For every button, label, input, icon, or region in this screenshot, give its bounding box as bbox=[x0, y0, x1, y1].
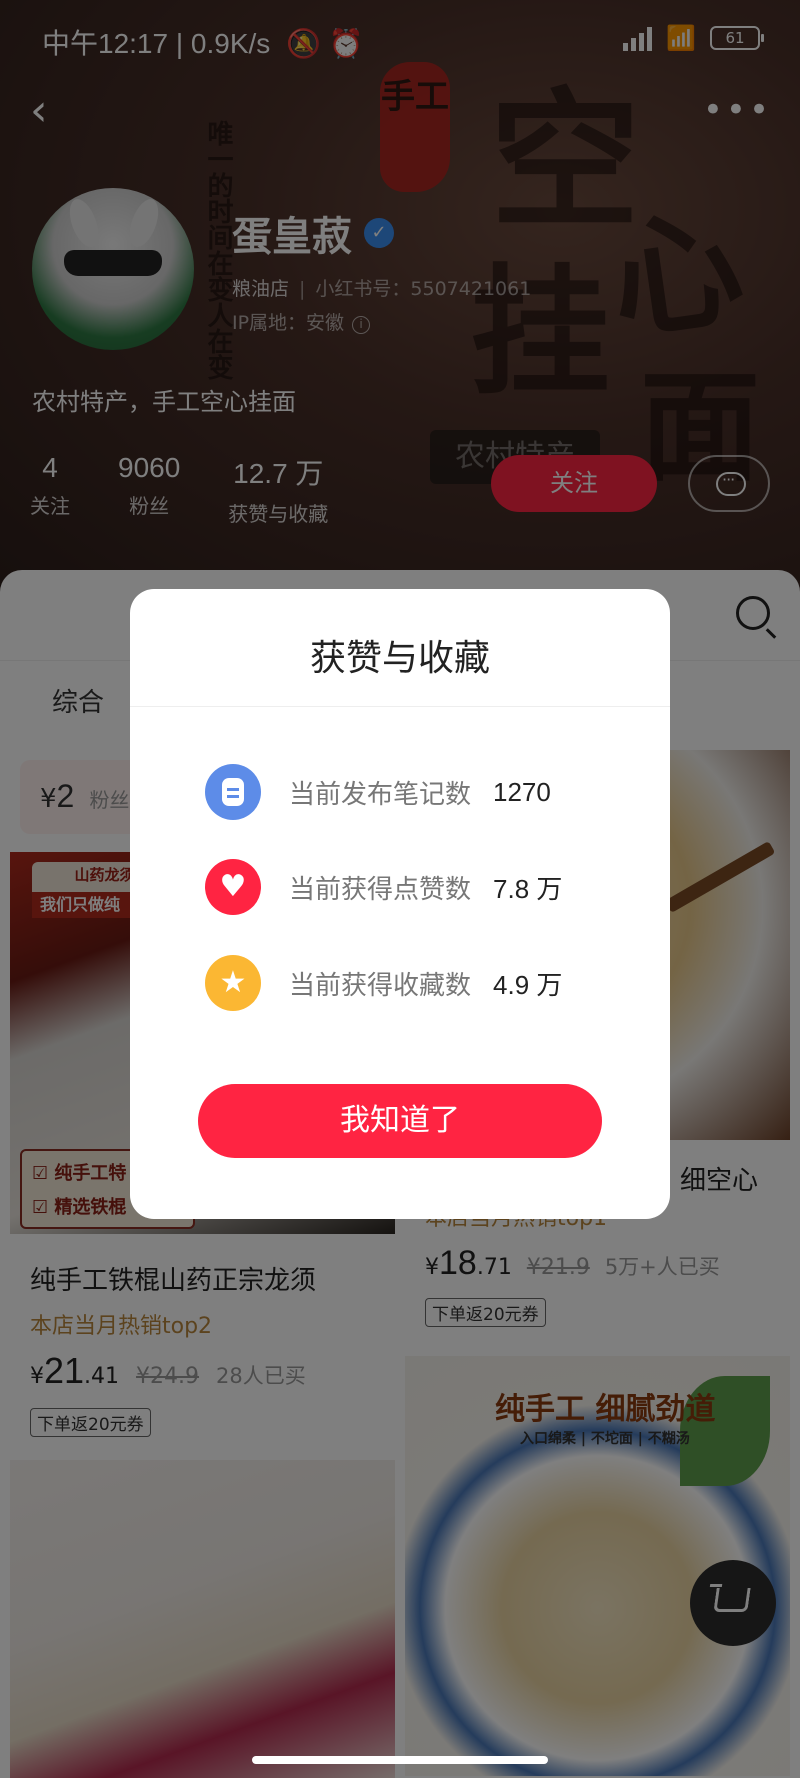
home-indicator[interactable] bbox=[252, 1756, 548, 1764]
heart-icon: ♥ bbox=[205, 859, 261, 915]
dialog-title: 获赞与收藏 bbox=[309, 638, 490, 679]
star-icon: ★ bbox=[205, 955, 261, 1011]
dialog-row-favorites: ★ 当前获得收藏数 4.9 万 bbox=[205, 955, 562, 1011]
dialog-row-likes: ♥ 当前获得点赞数 7.8 万 bbox=[205, 859, 562, 915]
likes-favorites-dialog: 获赞与收藏 当前发布笔记数 1270 ♥ 当前获得点赞数 7.8 万 ★ 当前获… bbox=[130, 589, 670, 1219]
notes-icon bbox=[205, 764, 261, 820]
dialog-row-notes: 当前发布笔记数 1270 bbox=[205, 764, 551, 820]
confirm-button[interactable]: 我知道了 bbox=[198, 1084, 602, 1158]
dialog-divider bbox=[130, 706, 670, 707]
